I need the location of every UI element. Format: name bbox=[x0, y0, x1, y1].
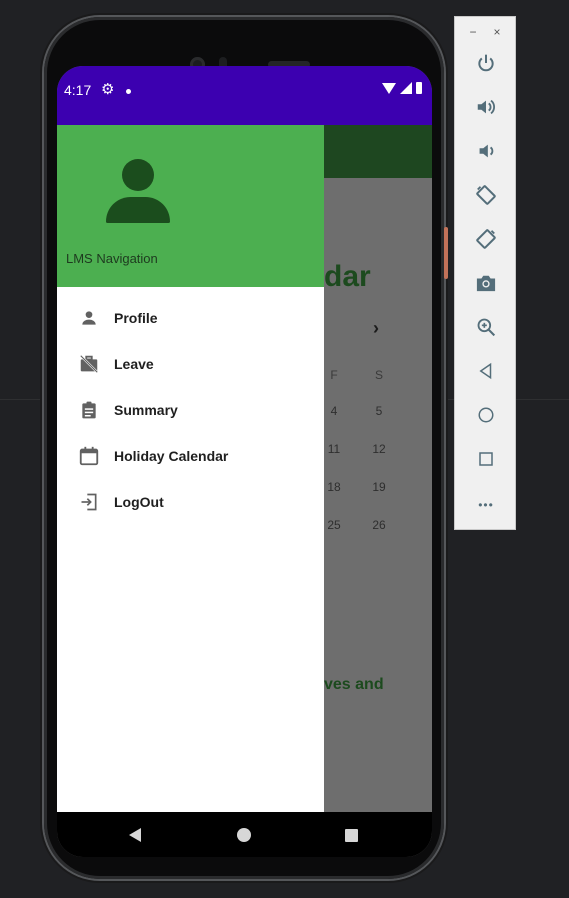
recents-icon[interactable] bbox=[345, 829, 358, 842]
phone-screen: 4:17 ⚙ dar › F S 4 5 11 12 18 19 25 26 v… bbox=[57, 66, 432, 857]
work-off-icon bbox=[78, 353, 100, 375]
back-triangle-icon bbox=[477, 362, 495, 385]
person-icon bbox=[78, 307, 100, 329]
notification-dot-icon bbox=[126, 89, 131, 94]
status-icons bbox=[382, 82, 422, 94]
zoom-button[interactable] bbox=[455, 307, 517, 351]
rotate-right-icon bbox=[475, 228, 497, 255]
background-title: dar bbox=[324, 260, 371, 293]
drawer-header-title: LMS Navigation bbox=[66, 251, 158, 266]
menu-label: Profile bbox=[114, 310, 158, 326]
signal-icon bbox=[400, 82, 412, 94]
calendar-day[interactable]: 26 bbox=[364, 518, 394, 532]
calendar-day[interactable]: 19 bbox=[364, 480, 394, 494]
rotate-left-icon bbox=[475, 184, 497, 211]
volume-down-icon bbox=[475, 140, 497, 167]
zoom-in-icon bbox=[476, 317, 496, 342]
minimize-button[interactable]: − bbox=[469, 25, 476, 39]
power-key[interactable] bbox=[444, 227, 448, 279]
more-button[interactable]: ••• bbox=[455, 483, 517, 527]
next-month-icon[interactable]: › bbox=[373, 318, 379, 339]
calendar-day[interactable]: 12 bbox=[364, 442, 394, 456]
menu-item-leave[interactable]: Leave bbox=[57, 341, 324, 387]
background-section-heading: ves and bbox=[324, 676, 384, 693]
avatar-icon bbox=[104, 159, 170, 225]
emulator-toolbar: − × ••• bbox=[454, 16, 516, 530]
home-icon[interactable] bbox=[237, 828, 251, 842]
navigation-drawer: LMS Navigation Profile Leave Summary Hol… bbox=[57, 125, 324, 812]
weekday-saturday: S bbox=[374, 368, 383, 382]
status-bar: 4:17 ⚙ bbox=[57, 66, 432, 125]
screenshot-button[interactable] bbox=[455, 263, 517, 307]
menu-item-profile[interactable]: Profile bbox=[57, 295, 324, 341]
camera-icon bbox=[475, 273, 497, 298]
power-icon bbox=[476, 53, 496, 78]
drawer-header: LMS Navigation bbox=[57, 125, 324, 287]
volume-up-button[interactable] bbox=[455, 87, 517, 131]
back-icon[interactable] bbox=[129, 828, 141, 842]
menu-item-logout[interactable]: LogOut bbox=[57, 479, 324, 525]
settings-icon: ⚙ bbox=[101, 81, 115, 98]
menu-item-summary[interactable]: Summary bbox=[57, 387, 324, 433]
status-time: 4:17 bbox=[64, 82, 92, 98]
rotate-right-button[interactable] bbox=[455, 219, 517, 263]
calendar-day[interactable]: 5 bbox=[364, 404, 394, 418]
volume-up-icon bbox=[475, 96, 497, 123]
power-button[interactable] bbox=[455, 43, 517, 87]
close-button[interactable]: × bbox=[493, 25, 500, 39]
drawer-menu: Profile Leave Summary Holiday Calendar L… bbox=[57, 295, 324, 525]
logout-icon bbox=[78, 491, 100, 513]
wifi-icon bbox=[382, 82, 396, 94]
assignment-icon bbox=[78, 399, 100, 421]
menu-label: Leave bbox=[114, 356, 154, 372]
menu-label: Summary bbox=[114, 402, 178, 418]
back-button[interactable] bbox=[455, 351, 517, 395]
square-icon bbox=[477, 450, 495, 473]
rotate-left-button[interactable] bbox=[455, 175, 517, 219]
home-circle-icon bbox=[477, 406, 495, 429]
calendar-icon bbox=[78, 445, 100, 467]
volume-down-button[interactable] bbox=[455, 131, 517, 175]
system-nav-bar bbox=[57, 812, 432, 857]
menu-label: Holiday Calendar bbox=[114, 448, 229, 464]
menu-label: LogOut bbox=[114, 494, 164, 510]
overview-button[interactable] bbox=[455, 439, 517, 483]
home-button[interactable] bbox=[455, 395, 517, 439]
battery-icon bbox=[416, 82, 422, 94]
menu-item-holiday-calendar[interactable]: Holiday Calendar bbox=[57, 433, 324, 479]
